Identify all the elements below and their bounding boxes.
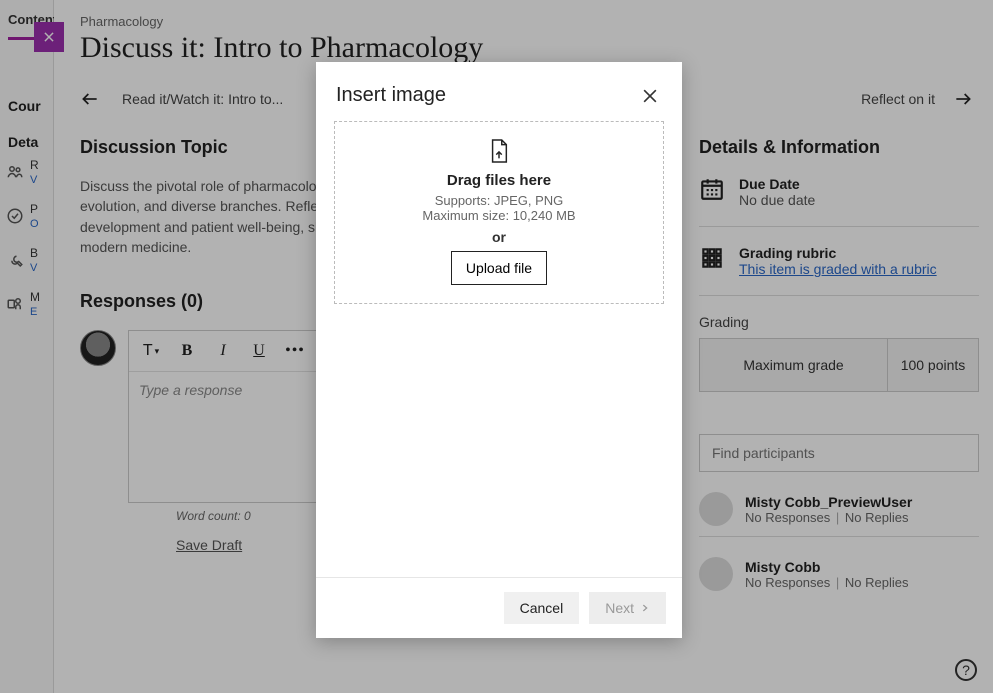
upload-file-button[interactable]: Upload file [451, 251, 547, 285]
insert-image-modal: Insert image Drag files here Supports: J… [316, 62, 682, 638]
modal-close-button[interactable] [640, 86, 660, 106]
next-button-label: Next [605, 600, 634, 616]
file-dropzone[interactable]: Drag files here Supports: JPEG, PNG Maxi… [334, 121, 664, 304]
dropzone-or: or [345, 229, 653, 245]
cancel-button[interactable]: Cancel [504, 592, 580, 624]
modal-title: Insert image [336, 84, 446, 107]
file-upload-icon [345, 138, 653, 164]
dropzone-title: Drag files here [345, 172, 653, 189]
next-button[interactable]: Next [589, 592, 666, 624]
dropzone-supports: Supports: JPEG, PNG [345, 193, 653, 208]
dropzone-maxsize: Maximum size: 10,240 MB [345, 208, 653, 223]
